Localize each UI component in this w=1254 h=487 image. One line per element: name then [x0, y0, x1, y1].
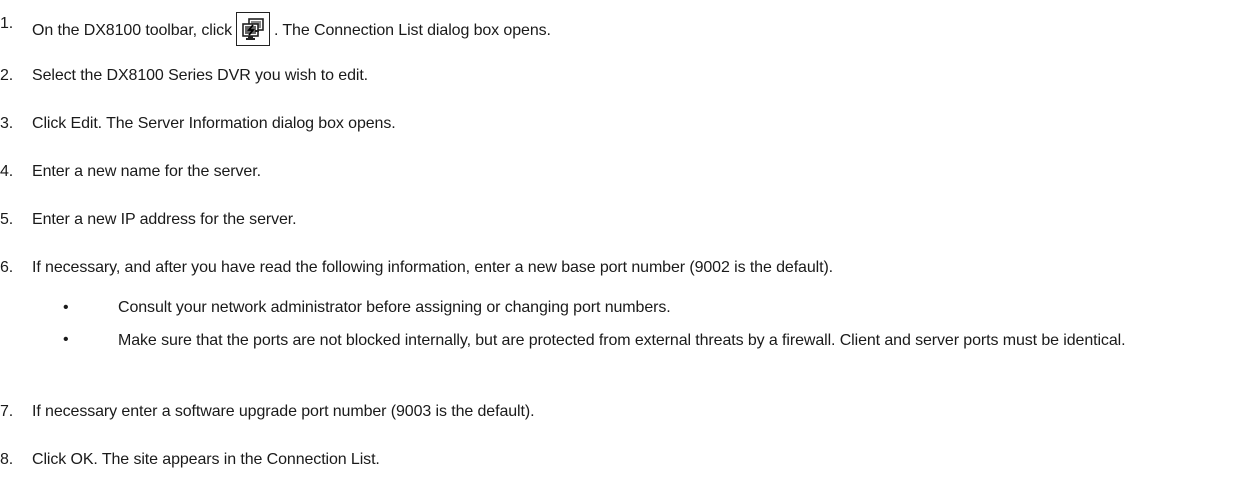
bullet-symbol: •: [63, 299, 69, 316]
step-text: If necessary, and after you have read th…: [32, 259, 834, 276]
instruction-document: 1. On the DX8100 toolbar, click . The Co…: [0, 0, 1254, 487]
step-number: 2.: [0, 67, 14, 84]
bullet-text: Make sure that the ports are not blocked…: [118, 332, 1126, 349]
step-text: Enter a new name for the server.: [32, 163, 261, 180]
bullet-text: Consult your network administrator befor…: [118, 299, 671, 316]
step-number: 4.: [0, 163, 14, 180]
step-number: 1.: [0, 15, 14, 32]
step-text: Click Edit. The Server Information dialo…: [32, 115, 396, 132]
bullet-item-2: • Make sure that the ports are not block…: [63, 330, 1243, 374]
step-number: 5.: [0, 211, 14, 228]
step-number: 7.: [0, 403, 14, 420]
step-number: 3.: [0, 115, 14, 132]
bullet-item-1: • Consult your network administrator bef…: [63, 298, 1243, 318]
step-number: 6.: [0, 259, 14, 276]
step-text: If necessary enter a software upgrade po…: [32, 403, 535, 420]
bullet-symbol: •: [63, 331, 69, 348]
step-number: 8.: [0, 451, 14, 468]
step-text: Click OK. The site appears in the Connec…: [32, 451, 380, 468]
step-text-after: . The Connection List dialog box opens.: [273, 22, 551, 40]
step-text-before: On the DX8100 toolbar, click: [32, 22, 232, 40]
step-text: Select the DX8100 Series DVR you wish to…: [32, 67, 369, 84]
step-text: Enter a new IP address for the server.: [32, 211, 297, 228]
connection-list-icon: [235, 12, 270, 46]
